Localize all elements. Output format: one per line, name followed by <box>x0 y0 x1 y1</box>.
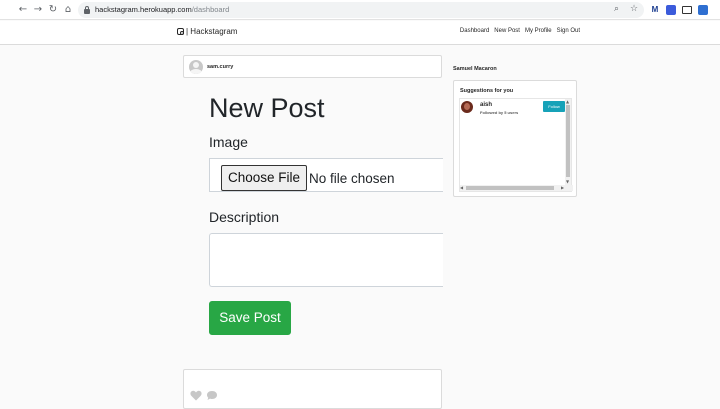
page-title: New Post <box>209 93 325 123</box>
search-icon[interactable]: ⌕ <box>614 4 619 14</box>
forward-icon[interactable]: → <box>31 3 45 17</box>
star-icon[interactable]: ☆ <box>630 4 638 14</box>
current-user-name: Samuel Macaron <box>453 66 497 72</box>
choose-file-button[interactable]: Choose File <box>221 165 308 191</box>
nav-link-dashboard[interactable]: Dashboard <box>460 28 489 34</box>
app-navbar: | Hackstagram Dashboard New Post My Prof… <box>0 21 720 45</box>
image-label: Image <box>209 134 248 150</box>
scroll-left-icon[interactable]: ◀ <box>460 185 463 191</box>
suggestion-subtitle: Followed by 5 users <box>480 110 519 115</box>
suggestions-title: Suggestions for you <box>460 88 514 94</box>
description-label: Description <box>209 209 280 225</box>
suggestion-username[interactable]: aish <box>480 102 492 108</box>
back-icon[interactable]: ← <box>16 3 30 17</box>
suggestions-panel: Suggestions for you aish Followed by 5 u… <box>453 80 577 197</box>
reload-icon[interactable]: ↻ <box>46 3 60 17</box>
horizontal-scrollbar[interactable]: ◀ ▶ <box>460 185 573 191</box>
nav-link-sign-out[interactable]: Sign Out <box>557 28 580 34</box>
file-status: No file chosen <box>309 171 395 186</box>
follow-button[interactable]: Follow <box>543 101 565 112</box>
lock-icon[interactable] <box>84 6 90 14</box>
save-post-button[interactable]: Save Post <box>209 301 291 335</box>
username[interactable]: sam.curry <box>207 64 233 70</box>
suggestions-list[interactable]: aish Followed by 5 users Follow ▲ ▼ ◀ ▶ <box>459 98 573 192</box>
description-textarea[interactable] <box>209 233 443 287</box>
extension-icon[interactable] <box>666 5 676 15</box>
heart-icon[interactable] <box>190 390 202 401</box>
browser-toolbar: ← → ↻ ⌂ hackstagram.herokuapp.com/dashbo… <box>0 0 720 20</box>
image-file-input[interactable]: Choose File No file chosen <box>209 158 443 192</box>
avatar <box>189 60 203 74</box>
comment-icon[interactable] <box>206 390 218 401</box>
nav-link-new-post[interactable]: New Post <box>494 28 520 34</box>
home-icon[interactable]: ⌂ <box>61 3 75 17</box>
vertical-scrollbar[interactable]: ▲ ▼ <box>565 99 571 185</box>
user-card: sam.curry <box>183 55 442 78</box>
instagram-icon <box>177 28 184 35</box>
scrollbar-thumb[interactable] <box>566 105 570 177</box>
brand[interactable]: | Hackstagram <box>177 27 237 36</box>
profile-icon[interactable] <box>698 5 708 15</box>
gmail-extension-icon[interactable]: M <box>650 5 660 15</box>
brand-name: | Hackstagram <box>186 27 238 36</box>
nav-link-my-profile[interactable]: My Profile <box>525 28 552 34</box>
address-bar[interactable]: hackstagram.herokuapp.com/dashboard ⌕ ☆ <box>78 2 644 18</box>
avatar[interactable] <box>461 101 473 113</box>
scroll-right-icon[interactable]: ▶ <box>561 185 564 191</box>
picture-in-picture-icon[interactable] <box>682 6 692 14</box>
url-text[interactable]: hackstagram.herokuapp.com/dashboard <box>95 5 229 15</box>
post-card <box>183 369 442 409</box>
scrollbar-thumb[interactable] <box>466 186 554 190</box>
nav-links: Dashboard New Post My Profile Sign Out <box>460 28 580 34</box>
